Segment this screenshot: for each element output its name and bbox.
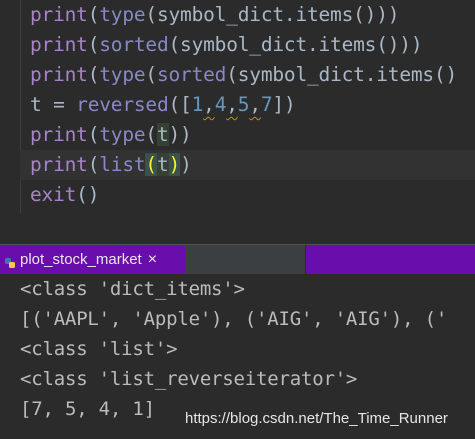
code-token: , <box>249 93 261 116</box>
code-token: type <box>99 3 146 26</box>
python-icon <box>4 254 16 268</box>
code-token: () <box>76 183 100 206</box>
code-line: print(sorted(symbol_dict.items())) <box>30 30 423 60</box>
code-token: type <box>99 123 146 146</box>
code-token: type <box>99 63 146 86</box>
code-line: print(list(t)) <box>20 150 475 180</box>
console-line: [('AAPL', 'Apple'), ('AIG', 'AIG'), (' <box>20 308 448 330</box>
code-line: t = reversed([1,4,5,7]) <box>30 90 296 120</box>
code-line: exit() <box>30 180 99 210</box>
console-line: <class 'list_reverseiterator'> <box>20 368 358 390</box>
code-token: t = <box>30 93 77 116</box>
code-token: 5 <box>237 93 250 116</box>
code-token: ( <box>145 63 157 86</box>
code-token: sorted <box>156 63 227 86</box>
console-line: <class 'dict_items'> <box>20 278 245 300</box>
code-token: print <box>30 63 88 86</box>
code-token: (symbol_dict.items() <box>226 63 458 86</box>
gutter-divider <box>20 0 21 213</box>
code-token: print <box>30 33 88 56</box>
code-line: print(type(sorted(symbol_dict.items() <box>30 60 457 90</box>
code-token: 1 <box>191 93 204 116</box>
code-token: ) <box>180 153 192 176</box>
code-token: ( <box>87 33 100 56</box>
code-token: ( <box>87 123 100 146</box>
run-tab-label: plot_stock_market <box>20 251 142 268</box>
code-token: 7 <box>260 93 273 116</box>
code-token: print <box>30 153 88 176</box>
code-token: ([ <box>168 93 192 116</box>
code-token: )) <box>168 123 192 146</box>
code-token: print <box>30 3 88 26</box>
code-token: ( <box>145 123 157 146</box>
watermark-url: https://blog.csdn.net/The_Time_Runner <box>185 410 448 427</box>
code-token: , <box>203 93 215 116</box>
code-token: ( <box>87 3 100 26</box>
run-tab[interactable]: plot_stock_market × <box>0 245 185 274</box>
code-token: t <box>156 153 169 176</box>
code-token: ( <box>145 153 157 176</box>
tab-bar-fill <box>305 245 475 274</box>
console-line: [7, 5, 4, 1] <box>20 398 155 420</box>
code-token: ( <box>87 153 100 176</box>
code-token: reversed <box>76 93 169 116</box>
code-token: print <box>30 123 88 146</box>
code-line: print(type(symbol_dict.items())) <box>30 0 400 30</box>
code-token: ]) <box>272 93 296 116</box>
code-token: exit <box>30 183 77 206</box>
code-token: (symbol_dict.items())) <box>168 33 423 56</box>
code-token: t <box>156 123 169 146</box>
code-line: print(type(t)) <box>30 120 192 150</box>
code-token: ( <box>87 63 100 86</box>
code-token: list <box>99 153 146 176</box>
code-token: ) <box>168 153 181 176</box>
code-token: (symbol_dict.items())) <box>145 3 400 26</box>
code-editor[interactable]: print(type(symbol_dict.items())) print(so… <box>0 0 475 213</box>
tab-bar-gap <box>185 245 305 274</box>
run-tool-window-bar: plot_stock_market × <box>0 244 475 275</box>
console-line: <class 'list'> <box>20 338 178 360</box>
code-token: 4 <box>214 93 227 116</box>
close-icon[interactable]: × <box>148 251 157 269</box>
code-token: sorted <box>99 33 169 56</box>
code-token: , <box>226 93 238 116</box>
